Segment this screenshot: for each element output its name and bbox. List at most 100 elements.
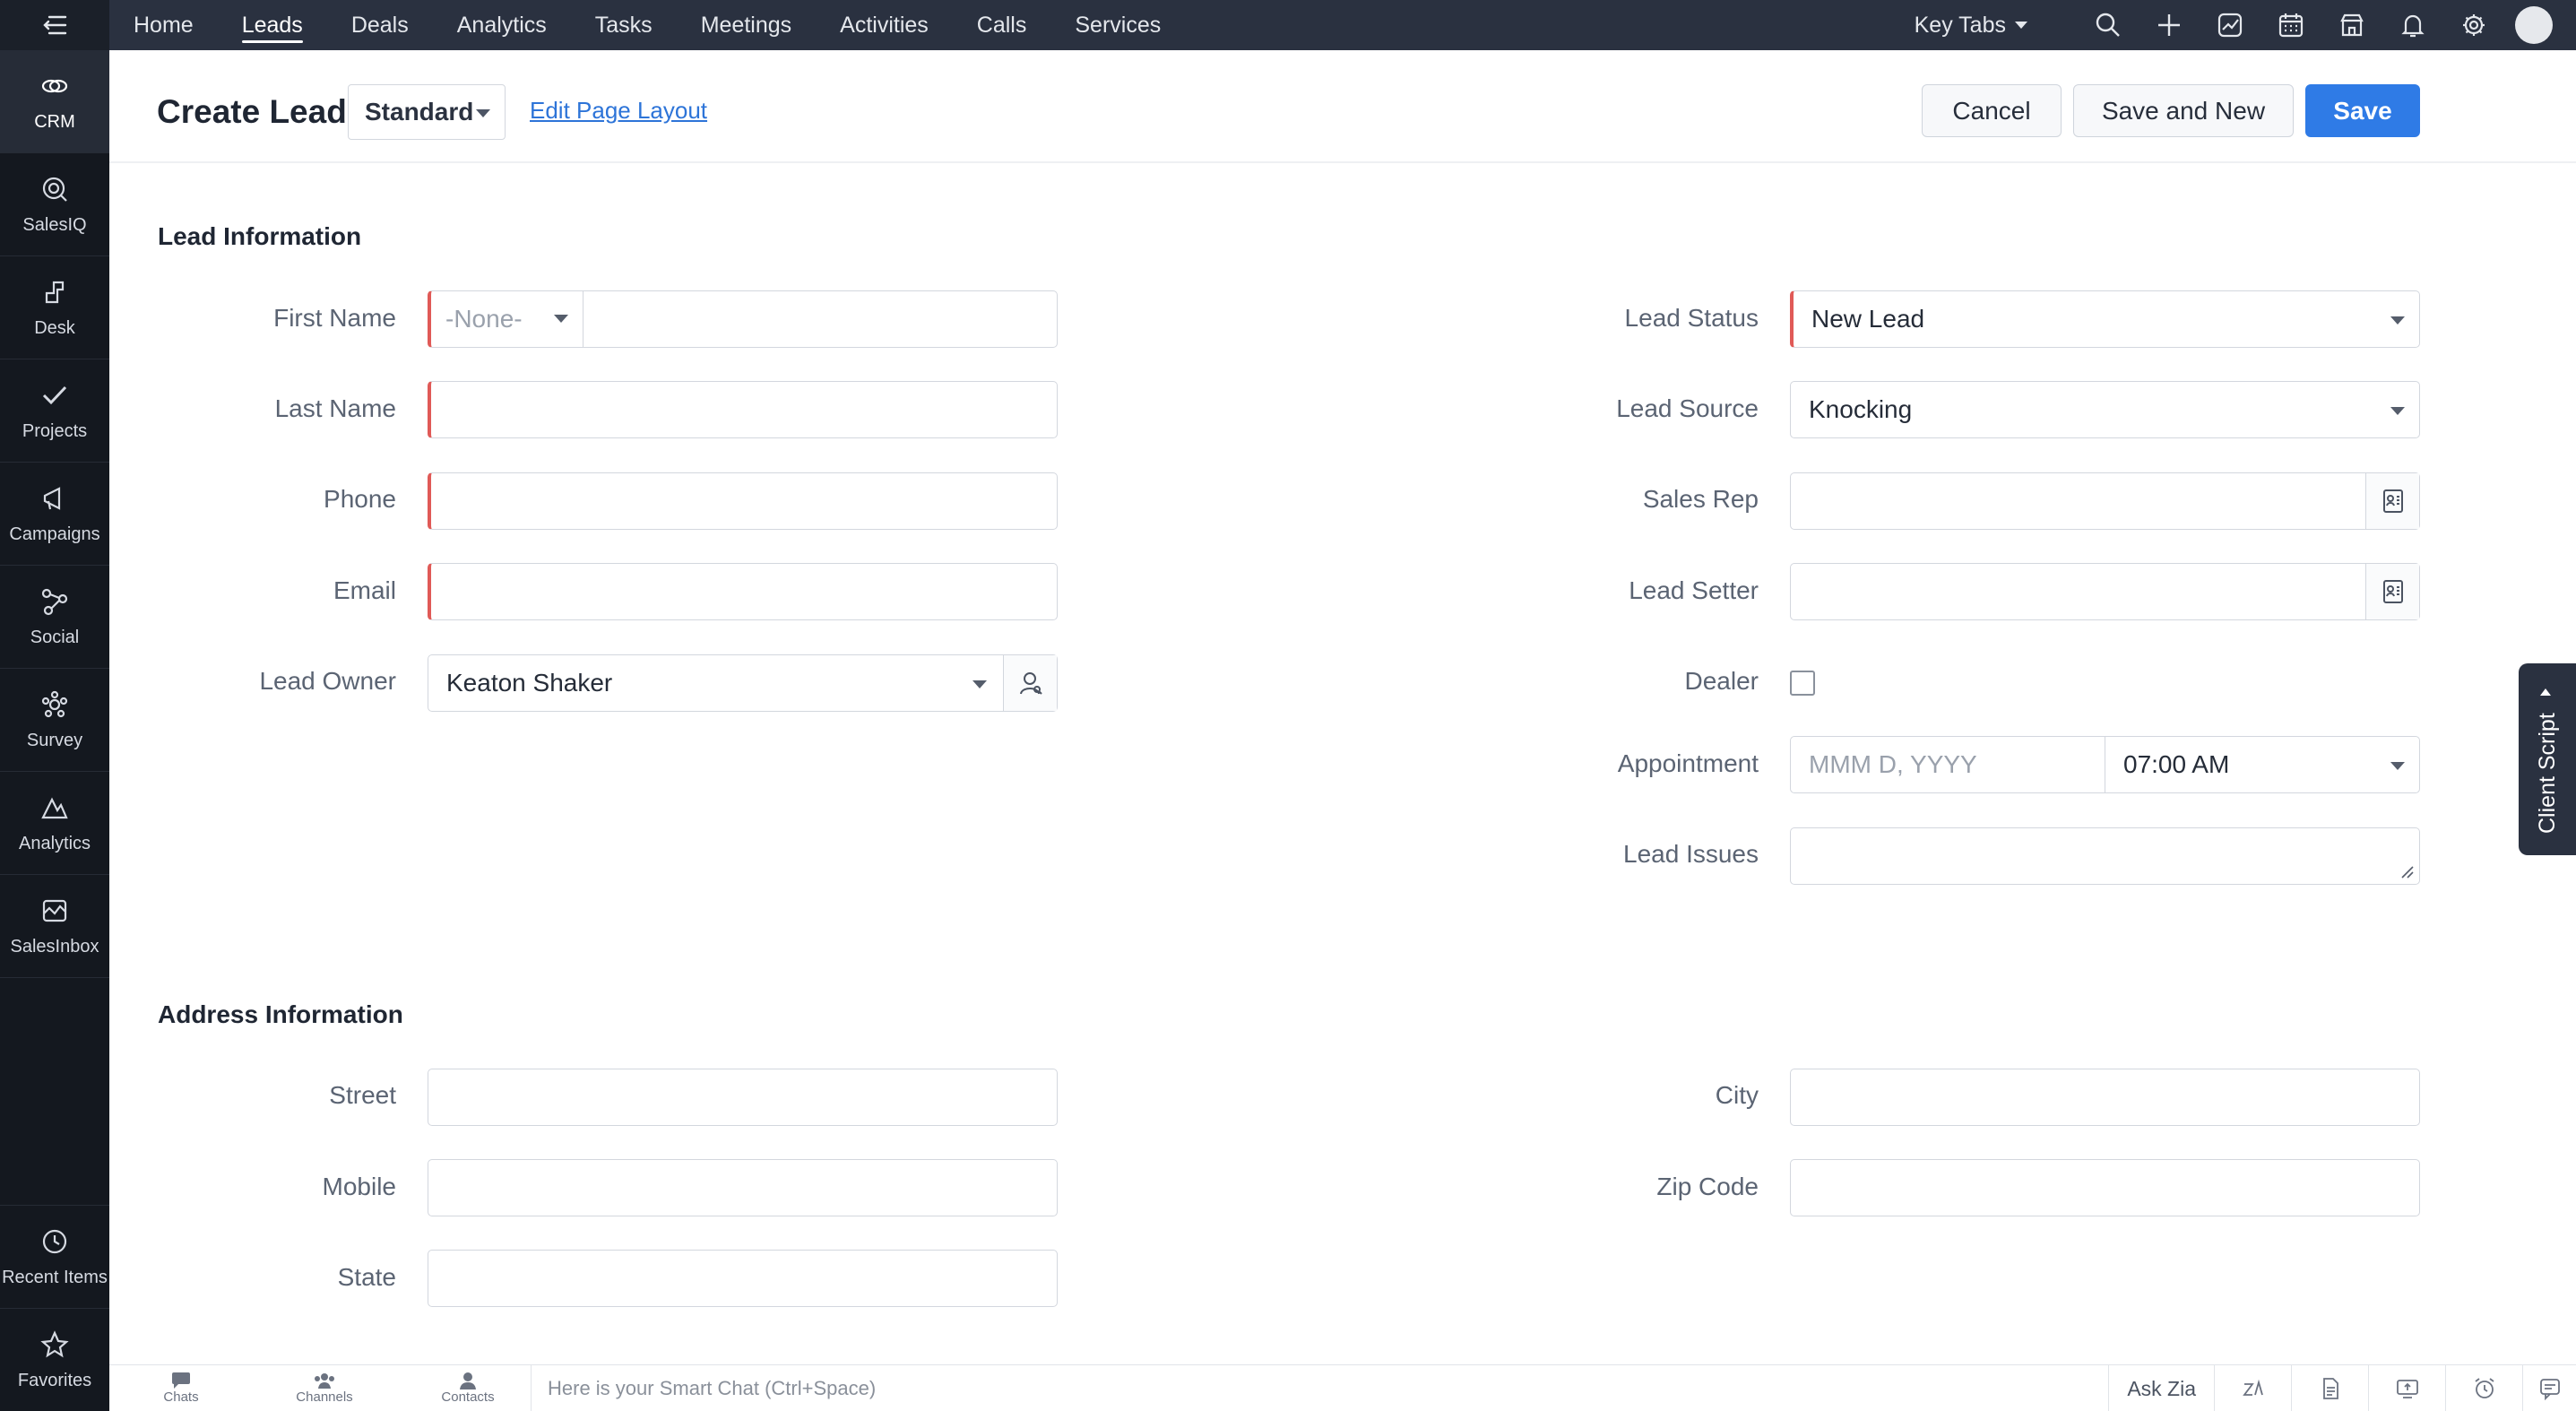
tab-tasks[interactable]: Tasks (571, 0, 677, 50)
chevron-down-icon (2390, 762, 2405, 770)
city-input[interactable] (1790, 1069, 2420, 1126)
rail-item-salesiq[interactable]: SalesIQ (0, 153, 109, 256)
zip-code-input[interactable] (1790, 1159, 2420, 1216)
chats-label: Chats (163, 1389, 199, 1405)
channels-label: Channels (296, 1389, 353, 1405)
city-label: City (1715, 1081, 1759, 1109)
marketplace-icon (2340, 13, 2364, 37)
salutation-select[interactable]: -None- (431, 291, 583, 347)
marketplace-button[interactable] (2321, 0, 2382, 50)
user-icon (1019, 672, 1042, 695)
tab-meetings[interactable]: Meetings (677, 0, 816, 50)
dealer-label: Dealer (1684, 667, 1759, 695)
last-name-input[interactable] (428, 381, 1058, 438)
signals-button[interactable] (2200, 0, 2260, 50)
rail-item-analytics[interactable]: Analytics (0, 772, 109, 875)
tab-activities[interactable]: Activities (816, 0, 953, 50)
chevron-down-icon (2390, 407, 2405, 415)
chats-button[interactable]: Chats (109, 1365, 253, 1411)
email-input[interactable] (428, 563, 1058, 620)
sales-rep-input[interactable] (1790, 472, 2420, 530)
lead-status-select[interactable]: New Lead (1790, 290, 2420, 348)
smart-chat-input[interactable]: Here is your Smart Chat (Ctrl+Space) (531, 1365, 2144, 1411)
desk-icon (45, 281, 65, 303)
rail-item-label: Analytics (18, 833, 91, 853)
appointment-time-value: 07:00 AM (2123, 750, 2230, 778)
campaigns-icon (43, 486, 61, 510)
chat-window-button[interactable] (2522, 1365, 2576, 1411)
monitor-icon (2396, 1380, 2418, 1398)
street-input[interactable] (428, 1069, 1058, 1126)
rail-item-crm[interactable]: CRM (0, 50, 109, 153)
salutation-value: -None- (445, 305, 523, 333)
chevron-down-icon (476, 109, 490, 117)
star-icon (40, 1329, 69, 1357)
tab-calls[interactable]: Calls (953, 0, 1051, 50)
resize-handle-icon[interactable] (2398, 862, 2414, 879)
chat-icon (172, 1372, 190, 1389)
group-icon (315, 1373, 334, 1389)
save-and-new-button[interactable]: Save and New (2073, 84, 2294, 137)
rail-item-campaigns[interactable]: Campaigns (0, 463, 109, 566)
salesinbox-icon (42, 899, 67, 922)
mobile-label: Mobile (322, 1173, 396, 1200)
chevron-down-icon (554, 315, 568, 323)
ask-zia-button[interactable]: Ask Zia (2108, 1365, 2214, 1411)
appointment-date-input[interactable]: MMM D, YYYY (1809, 750, 1977, 779)
reminder-button[interactable] (2445, 1365, 2522, 1411)
tab-deals[interactable]: Deals (327, 0, 433, 50)
first-name-input[interactable] (585, 291, 1057, 347)
avatar[interactable] (2515, 6, 2553, 44)
edit-page-layout-link[interactable]: Edit Page Layout (530, 97, 707, 125)
survey-icon (41, 690, 68, 717)
document-icon (2322, 1378, 2338, 1399)
rail-item-favorites[interactable]: Favorites (0, 1308, 109, 1411)
client-script-tab[interactable]: Client Script (2519, 663, 2576, 855)
channels-button[interactable]: Channels (253, 1365, 396, 1411)
menu-collapse-icon (43, 15, 67, 35)
tab-services[interactable]: Services (1050, 0, 1185, 50)
dealer-checkbox[interactable] (1790, 671, 1815, 696)
notes-button[interactable] (2291, 1365, 2368, 1411)
analytics-icon (41, 797, 68, 818)
lead-source-select[interactable]: Knocking (1790, 381, 2420, 438)
layout-select[interactable]: Standard (348, 84, 506, 140)
settings-button[interactable] (2443, 0, 2504, 50)
key-tabs-dropdown[interactable]: Key Tabs (1915, 13, 2027, 39)
zia-button[interactable] (2214, 1365, 2291, 1411)
tab-analytics[interactable]: Analytics (433, 0, 571, 50)
tab-leads[interactable]: Leads (218, 0, 327, 50)
first-name-label: First Name (273, 304, 396, 332)
layout-select-value: Standard (365, 98, 474, 126)
rail-item-label: Social (30, 627, 80, 647)
contact-card-icon (2382, 580, 2403, 603)
tab-home[interactable]: Home (109, 0, 218, 50)
chevron-down-icon (972, 680, 987, 688)
rail-item-label: Favorites (17, 1370, 92, 1390)
screen-share-button[interactable] (2368, 1365, 2445, 1411)
state-input[interactable] (428, 1250, 1058, 1307)
contact-icon (460, 1372, 476, 1389)
lead-setter-label: Lead Setter (1629, 576, 1759, 604)
cancel-button[interactable]: Cancel (1922, 84, 2062, 137)
rail-item-salesinbox[interactable]: SalesInbox (0, 875, 109, 978)
lead-issues-textarea[interactable] (1790, 827, 2420, 885)
projects-icon (42, 385, 67, 404)
mobile-input[interactable] (428, 1159, 1058, 1216)
lead-setter-input[interactable] (1790, 563, 2420, 620)
save-button[interactable]: Save (2305, 84, 2420, 137)
notifications-button[interactable] (2382, 0, 2443, 50)
menu-toggle-button[interactable] (0, 0, 109, 50)
calendar-button[interactable] (2260, 0, 2321, 50)
lead-setter-lookup-button[interactable] (2365, 564, 2419, 619)
lead-owner-lookup-button[interactable] (1003, 655, 1057, 711)
create-button[interactable] (2139, 0, 2200, 50)
appointment-time-select[interactable]: 07:00 AM (2105, 737, 2419, 792)
contacts-button[interactable]: Contacts (396, 1365, 540, 1411)
sales-rep-lookup-button[interactable] (2365, 473, 2419, 529)
phone-input[interactable] (428, 472, 1058, 530)
lead-owner-select[interactable]: Keaton Shaker (428, 654, 1058, 712)
search-button[interactable] (2078, 0, 2139, 50)
rail-item-recent-items[interactable]: Recent Items (0, 1205, 109, 1308)
rail-item-label: Projects (22, 420, 88, 441)
